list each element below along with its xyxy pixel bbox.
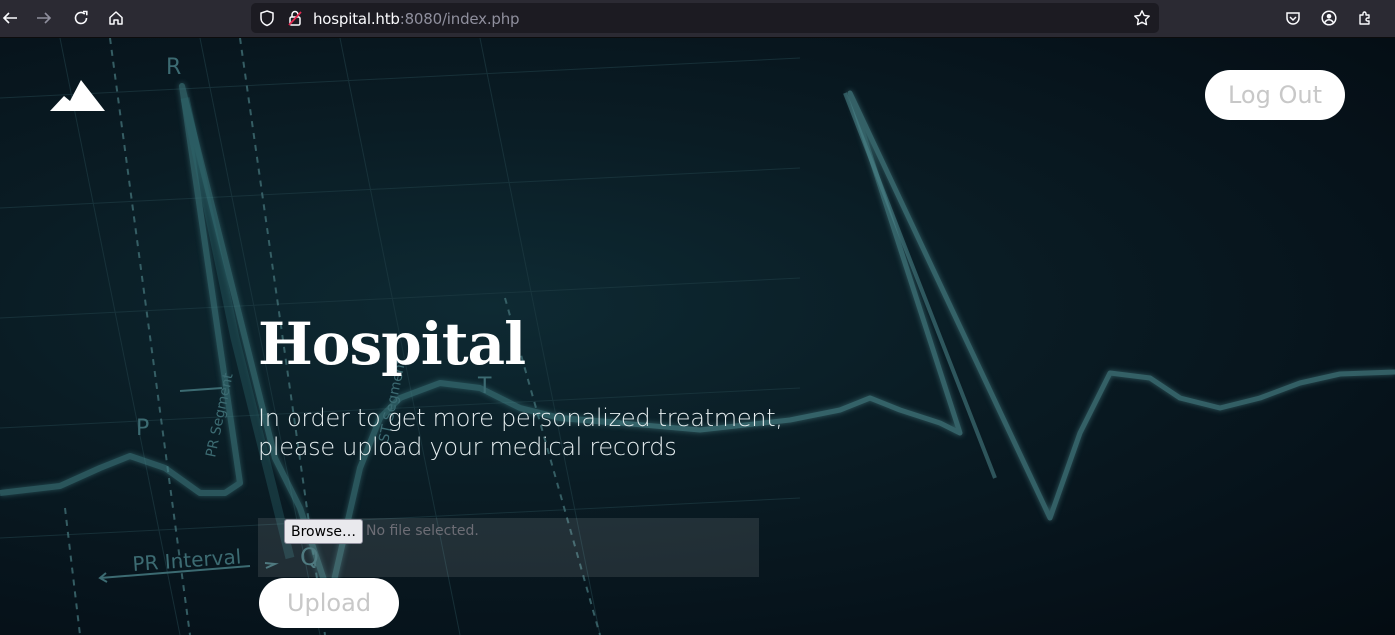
account-button[interactable] bbox=[1315, 4, 1343, 32]
file-upload-field[interactable]: Browse… No file selected. bbox=[258, 518, 759, 577]
file-status-text: No file selected. bbox=[366, 523, 479, 539]
mountain-logo-icon[interactable] bbox=[50, 80, 106, 112]
upload-button[interactable]: Upload bbox=[259, 578, 399, 628]
url-text: hospital.htb:8080/index.php bbox=[313, 10, 520, 28]
pocket-button[interactable] bbox=[1279, 4, 1307, 32]
extensions-button[interactable] bbox=[1351, 4, 1379, 32]
extensions-icon bbox=[1359, 11, 1370, 25]
account-icon bbox=[1321, 10, 1337, 26]
browse-button[interactable]: Browse… bbox=[284, 519, 363, 544]
reload-button[interactable] bbox=[67, 4, 95, 32]
logout-button[interactable]: Log Out bbox=[1205, 70, 1345, 120]
forward-button[interactable] bbox=[30, 4, 58, 32]
back-button[interactable] bbox=[0, 4, 24, 32]
subtitle-line-2: please upload your medical records bbox=[258, 433, 677, 461]
lock-icon[interactable] bbox=[286, 9, 304, 27]
star-icon[interactable] bbox=[1133, 9, 1151, 27]
ecg-label-r: R bbox=[166, 55, 181, 80]
reload-icon bbox=[74, 10, 88, 25]
forward-arrow-icon bbox=[37, 12, 52, 24]
pocket-icon bbox=[1286, 12, 1300, 25]
ecg-label-p: P bbox=[136, 416, 149, 441]
page-content: R T P Q PR Interval PR Segment ST Segmen… bbox=[0, 38, 1395, 635]
page-title: Hospital bbox=[258, 310, 526, 378]
shield-icon[interactable] bbox=[258, 9, 276, 27]
subtitle-line-1: In order to get more personalized treatm… bbox=[258, 404, 783, 432]
browser-toolbar: hospital.htb:8080/index.php bbox=[0, 0, 1395, 38]
page-subtitle: In order to get more personalized treatm… bbox=[258, 404, 818, 462]
home-button[interactable] bbox=[102, 4, 130, 32]
home-icon bbox=[109, 11, 123, 25]
back-arrow-icon bbox=[2, 12, 17, 24]
address-bar[interactable]: hospital.htb:8080/index.php bbox=[251, 3, 1159, 33]
